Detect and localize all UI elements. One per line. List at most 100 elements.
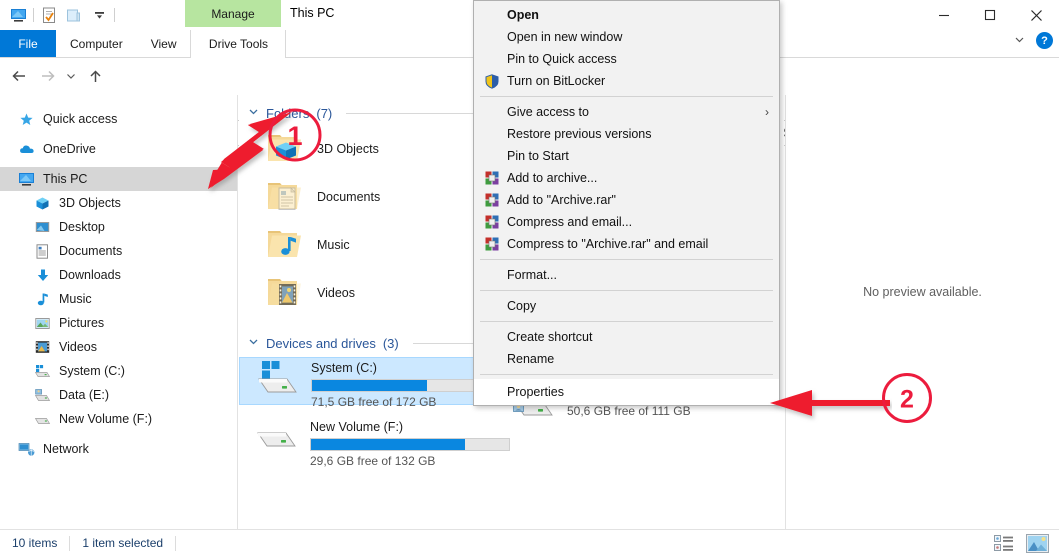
new-folder-icon[interactable] <box>64 5 84 25</box>
view-mode-buttons <box>994 534 1049 556</box>
context-menu-item-create-shortcut[interactable]: Create shortcut <box>474 326 779 348</box>
sidebar-label: Music <box>59 292 92 306</box>
sidebar-label: Desktop <box>59 220 105 234</box>
context-menu-item-turn-on-bitlocker[interactable]: Turn on BitLocker <box>474 70 779 92</box>
chevron-down-icon[interactable] <box>1013 33 1026 49</box>
no-icon <box>482 329 501 346</box>
sidebar-item-videos[interactable]: Videos <box>0 335 237 359</box>
status-bar: 10 items 1 item selected <box>0 529 1059 556</box>
context-menu-item-pin-to-start[interactable]: Pin to Start <box>474 145 779 167</box>
no-icon <box>482 126 501 143</box>
drive-item-system-c[interactable]: System (C:) 71,5 GB free of 172 GB <box>239 357 511 409</box>
sidebar-item-quick-access[interactable]: Quick access <box>0 107 237 131</box>
context-menu-label: Turn on BitLocker <box>507 74 606 88</box>
context-menu-separator <box>480 374 773 375</box>
context-menu-item-compress-to-archive-and-email[interactable]: Compress to "Archive.rar" and email <box>474 233 779 255</box>
context-menu-item-add-to-archive-rar[interactable]: Add to "Archive.rar" <box>474 189 779 211</box>
no-icon <box>482 267 501 284</box>
group-title: Folders <box>266 105 310 121</box>
context-menu-item-copy[interactable]: Copy <box>474 295 779 317</box>
chevron-down-icon[interactable] <box>248 106 259 120</box>
back-button[interactable] <box>6 65 32 87</box>
context-menu-label: Add to archive... <box>507 171 598 185</box>
sidebar-item-pictures[interactable]: Pictures <box>0 311 237 335</box>
downloads-icon <box>34 267 51 284</box>
status-divider-2 <box>175 535 177 551</box>
minimize-button[interactable] <box>921 0 967 30</box>
ribbon-right-controls: ? <box>1013 32 1053 49</box>
context-menu-item-give-access-to[interactable]: Give access to › <box>474 101 779 123</box>
sidebar-item-data-e[interactable]: Data (E:) <box>0 383 237 407</box>
sidebar-item-desktop[interactable]: Desktop <box>0 215 237 239</box>
preview-message: No preview available. <box>863 285 982 299</box>
windows-drive-icon <box>34 363 51 380</box>
3d-objects-icon <box>34 195 51 212</box>
sidebar-item-onedrive[interactable]: OneDrive <box>0 137 237 161</box>
drive-free-space: 50,6 GB free of 111 GB <box>567 404 691 418</box>
tab-computer[interactable]: Computer <box>56 30 137 57</box>
context-menu-item-format[interactable]: Format... <box>474 264 779 286</box>
drive-item-new-volume-f[interactable]: New Volume (F:) 29,6 GB free of 132 GB <box>239 417 510 468</box>
this-pc-icon[interactable] <box>8 5 28 25</box>
qat-divider-2 <box>114 8 115 22</box>
large-icons-view-icon[interactable] <box>1026 534 1049 556</box>
context-menu-item-rename[interactable]: Rename <box>474 348 779 370</box>
sidebar-item-network[interactable]: Network <box>0 437 237 461</box>
context-menu-item-restore-previous-versions[interactable]: Restore previous versions <box>474 123 779 145</box>
network-icon <box>18 441 35 458</box>
group-title: Devices and drives <box>266 335 376 351</box>
tab-file[interactable]: File <box>0 30 56 57</box>
desktop-icon <box>34 219 51 236</box>
recent-locations-button[interactable] <box>62 65 80 87</box>
help-icon[interactable]: ? <box>1036 32 1053 49</box>
cloud-icon <box>18 141 35 158</box>
context-menu-label: Restore previous versions <box>507 127 652 141</box>
bitlocker-shield-icon <box>482 73 501 90</box>
navigation-buttons <box>6 65 108 87</box>
up-button[interactable] <box>82 65 108 87</box>
no-icon <box>482 298 501 315</box>
context-menu-item-pin-to-quick-access[interactable]: Pin to Quick access <box>474 48 779 70</box>
sidebar-item-music[interactable]: Music <box>0 287 237 311</box>
no-icon <box>482 384 501 401</box>
sidebar-label: Downloads <box>59 268 121 282</box>
context-menu-item-properties[interactable]: Properties <box>474 379 779 405</box>
context-menu-item-compress-and-email[interactable]: Compress and email... <box>474 211 779 233</box>
context-menu-separator <box>480 259 773 260</box>
tab-view[interactable]: View <box>137 30 191 57</box>
videos-icon <box>34 339 51 356</box>
context-menu-item-open-in-new-window[interactable]: Open in new window <box>474 26 779 48</box>
sidebar-label: OneDrive <box>43 142 96 156</box>
context-menu-item-add-to-archive[interactable]: Add to archive... <box>474 167 779 189</box>
capacity-bar-fill <box>311 439 466 450</box>
properties-icon[interactable] <box>39 5 59 25</box>
maximize-button[interactable] <box>967 0 1013 30</box>
sidebar-label: New Volume (F:) <box>59 412 153 426</box>
drive-icon <box>255 417 299 460</box>
details-view-icon[interactable] <box>994 535 1014 555</box>
customize-dropdown-icon[interactable] <box>89 5 109 25</box>
navigation-pane: Quick access OneDrive This PC 3D Objects… <box>0 95 238 529</box>
sidebar-label: This PC <box>43 172 88 186</box>
context-menu-label: Copy <box>507 299 537 313</box>
sidebar-item-documents[interactable]: Documents <box>0 239 237 263</box>
sidebar-item-system-c[interactable]: System (C:) <box>0 359 237 383</box>
close-button[interactable] <box>1013 0 1059 30</box>
context-menu-item-open[interactable]: Open <box>474 4 779 26</box>
documents-icon <box>34 243 51 260</box>
status-item-count: 10 items <box>12 536 58 550</box>
sidebar-item-new-volume-f[interactable]: New Volume (F:) <box>0 407 237 431</box>
sidebar-item-this-pc[interactable]: This PC <box>0 167 237 191</box>
no-icon <box>482 148 501 165</box>
context-menu-separator <box>480 96 773 97</box>
winrar-icon <box>482 170 501 187</box>
chevron-down-icon[interactable] <box>248 336 259 350</box>
sidebar-item-downloads[interactable]: Downloads <box>0 263 237 287</box>
folder-label: Videos <box>317 286 355 300</box>
sidebar-item-3d-objects[interactable]: 3D Objects <box>0 191 237 215</box>
context-menu-label: Properties <box>507 385 564 399</box>
context-menu-label: Format... <box>507 268 558 282</box>
tab-drive-tools[interactable]: Drive Tools <box>190 30 287 58</box>
context-menu-label: Open <box>507 8 539 22</box>
forward-button[interactable] <box>34 65 60 87</box>
